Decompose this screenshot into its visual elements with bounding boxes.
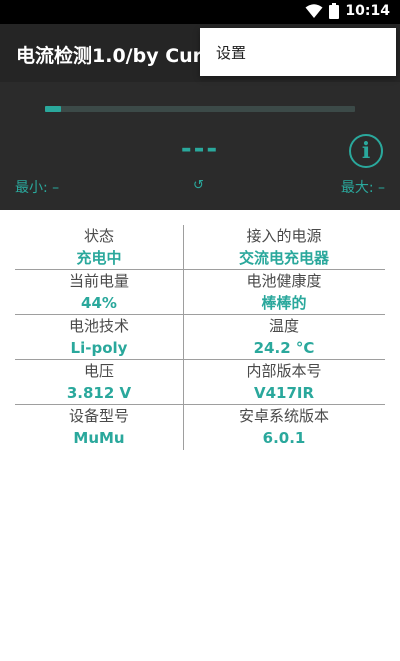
table-cell: 状态 充电中 — [15, 225, 183, 269]
table-cell: 温度 24.2 °C — [183, 315, 385, 359]
cell-label: 接入的电源 — [246, 227, 322, 245]
max-current-label: 最大: – — [340, 180, 385, 196]
status-icons: 10:14 — [305, 3, 390, 19]
cell-label: 电池技术 — [68, 317, 129, 335]
battery-icon — [329, 3, 340, 19]
current-value: --- — [180, 134, 220, 164]
app-title: 电流检测1.0/by Curly — [16, 45, 221, 67]
cell-value: Li-poly — [70, 339, 128, 357]
table-row: 电池技术 Li-poly 温度 24.2 °C — [15, 315, 385, 360]
menu-item-settings[interactable]: 设置 — [216, 42, 246, 63]
current-header: --- i 最小: – ↺ 最大: – — [0, 82, 400, 210]
cell-value: V417IR — [253, 384, 315, 402]
cell-label: 状态 — [83, 227, 114, 245]
table-cell: 电池健康度 棒棒的 — [183, 270, 385, 314]
cell-value: MuMu — [73, 429, 125, 447]
current-progress-bar — [45, 106, 355, 112]
table-cell: 设备型号 MuMu — [15, 405, 183, 450]
overflow-menu: 设置 — [200, 28, 396, 76]
refresh-icon[interactable]: ↺ — [193, 178, 204, 193]
table-cell: 内部版本号 V417IR — [183, 360, 385, 404]
table-row: 当前电量 44% 电池健康度 棒棒的 — [15, 270, 385, 315]
cell-label: 电池健康度 — [246, 272, 322, 290]
status-time: 10:14 — [345, 3, 390, 19]
cell-value: 24.2 °C — [253, 339, 315, 357]
table-cell: 接入的电源 交流电充电器 — [183, 225, 385, 269]
table-row: 电压 3.812 V 内部版本号 V417IR — [15, 360, 385, 405]
min-current-label: 最小: – — [15, 180, 60, 196]
table-row: 设备型号 MuMu 安卓系统版本 6.0.1 — [15, 405, 385, 450]
cell-label: 内部版本号 — [246, 362, 322, 380]
cell-label: 安卓系统版本 — [238, 407, 329, 425]
table-cell: 当前电量 44% — [15, 270, 183, 314]
table-row: 状态 充电中 接入的电源 交流电充电器 — [15, 225, 385, 270]
current-progress-fill — [45, 106, 61, 112]
cell-value: 44% — [81, 294, 117, 312]
battery-info-table: 状态 充电中 接入的电源 交流电充电器 当前电量 44% 电池健康度 棒棒的 电… — [15, 225, 385, 450]
wifi-icon — [305, 3, 323, 19]
cell-value: 充电中 — [76, 249, 122, 267]
table-cell: 安卓系统版本 6.0.1 — [183, 405, 385, 450]
cell-label: 温度 — [268, 317, 299, 335]
cell-value: 3.812 V — [66, 384, 132, 402]
status-bar: 10:14 — [0, 0, 400, 24]
cell-value: 交流电充电器 — [238, 249, 329, 267]
table-cell: 电压 3.812 V — [15, 360, 183, 404]
info-icon[interactable]: i — [349, 134, 383, 168]
table-cell: 电池技术 Li-poly — [15, 315, 183, 359]
cell-value: 棒棒的 — [261, 294, 307, 312]
cell-label: 当前电量 — [68, 272, 129, 290]
cell-label: 电压 — [83, 362, 114, 380]
cell-value: 6.0.1 — [262, 429, 306, 447]
cell-label: 设备型号 — [68, 407, 129, 425]
